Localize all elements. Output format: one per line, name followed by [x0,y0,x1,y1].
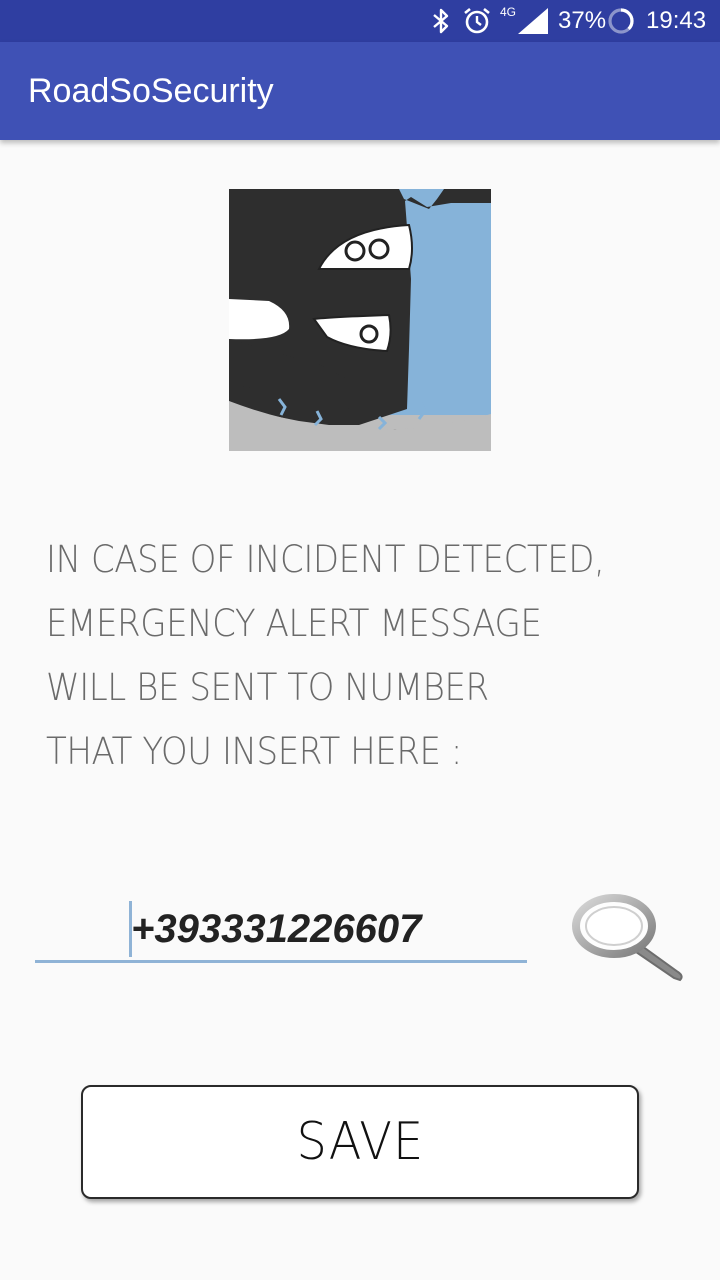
contact-search-button[interactable] [570,892,690,982]
battery-icon [606,0,636,42]
emergency-info-text: IN CASE OF INCIDENT DETECTED, EMERGENCY … [46,528,635,784]
magnifier-icon [572,894,683,982]
message-line: WILL BE SENT TO NUMBER [46,666,489,709]
save-button[interactable]: SAVE [81,1085,639,1199]
save-button-label: SAVE [296,1112,424,1172]
roadsosecurity-logo-icon [229,189,491,451]
signal-icon: 4G [500,0,550,42]
app-bar: RoadSoSecurity [0,42,720,140]
alarm-icon [462,0,492,42]
phone-number-input[interactable]: +393331226607 [35,895,527,963]
battery-percent: 37% [558,0,606,42]
phone-number-value: +393331226607 [131,907,422,951]
bluetooth-icon [430,0,452,42]
battery-percent-text: 37% [558,7,607,34]
time-text: 19:43 [646,7,707,34]
app-title: RoadSoSecurity [28,72,274,110]
message-line: EMERGENCY ALERT MESSAGE [46,602,542,645]
network-type-label: 4G [500,5,517,19]
message-line: THAT YOU INSERT HERE : [46,730,462,773]
message-line: IN CASE OF INCIDENT DETECTED, [46,538,605,581]
status-bar: 4G 37% 19:43 [0,0,720,42]
clock: 19:43 [646,0,706,42]
